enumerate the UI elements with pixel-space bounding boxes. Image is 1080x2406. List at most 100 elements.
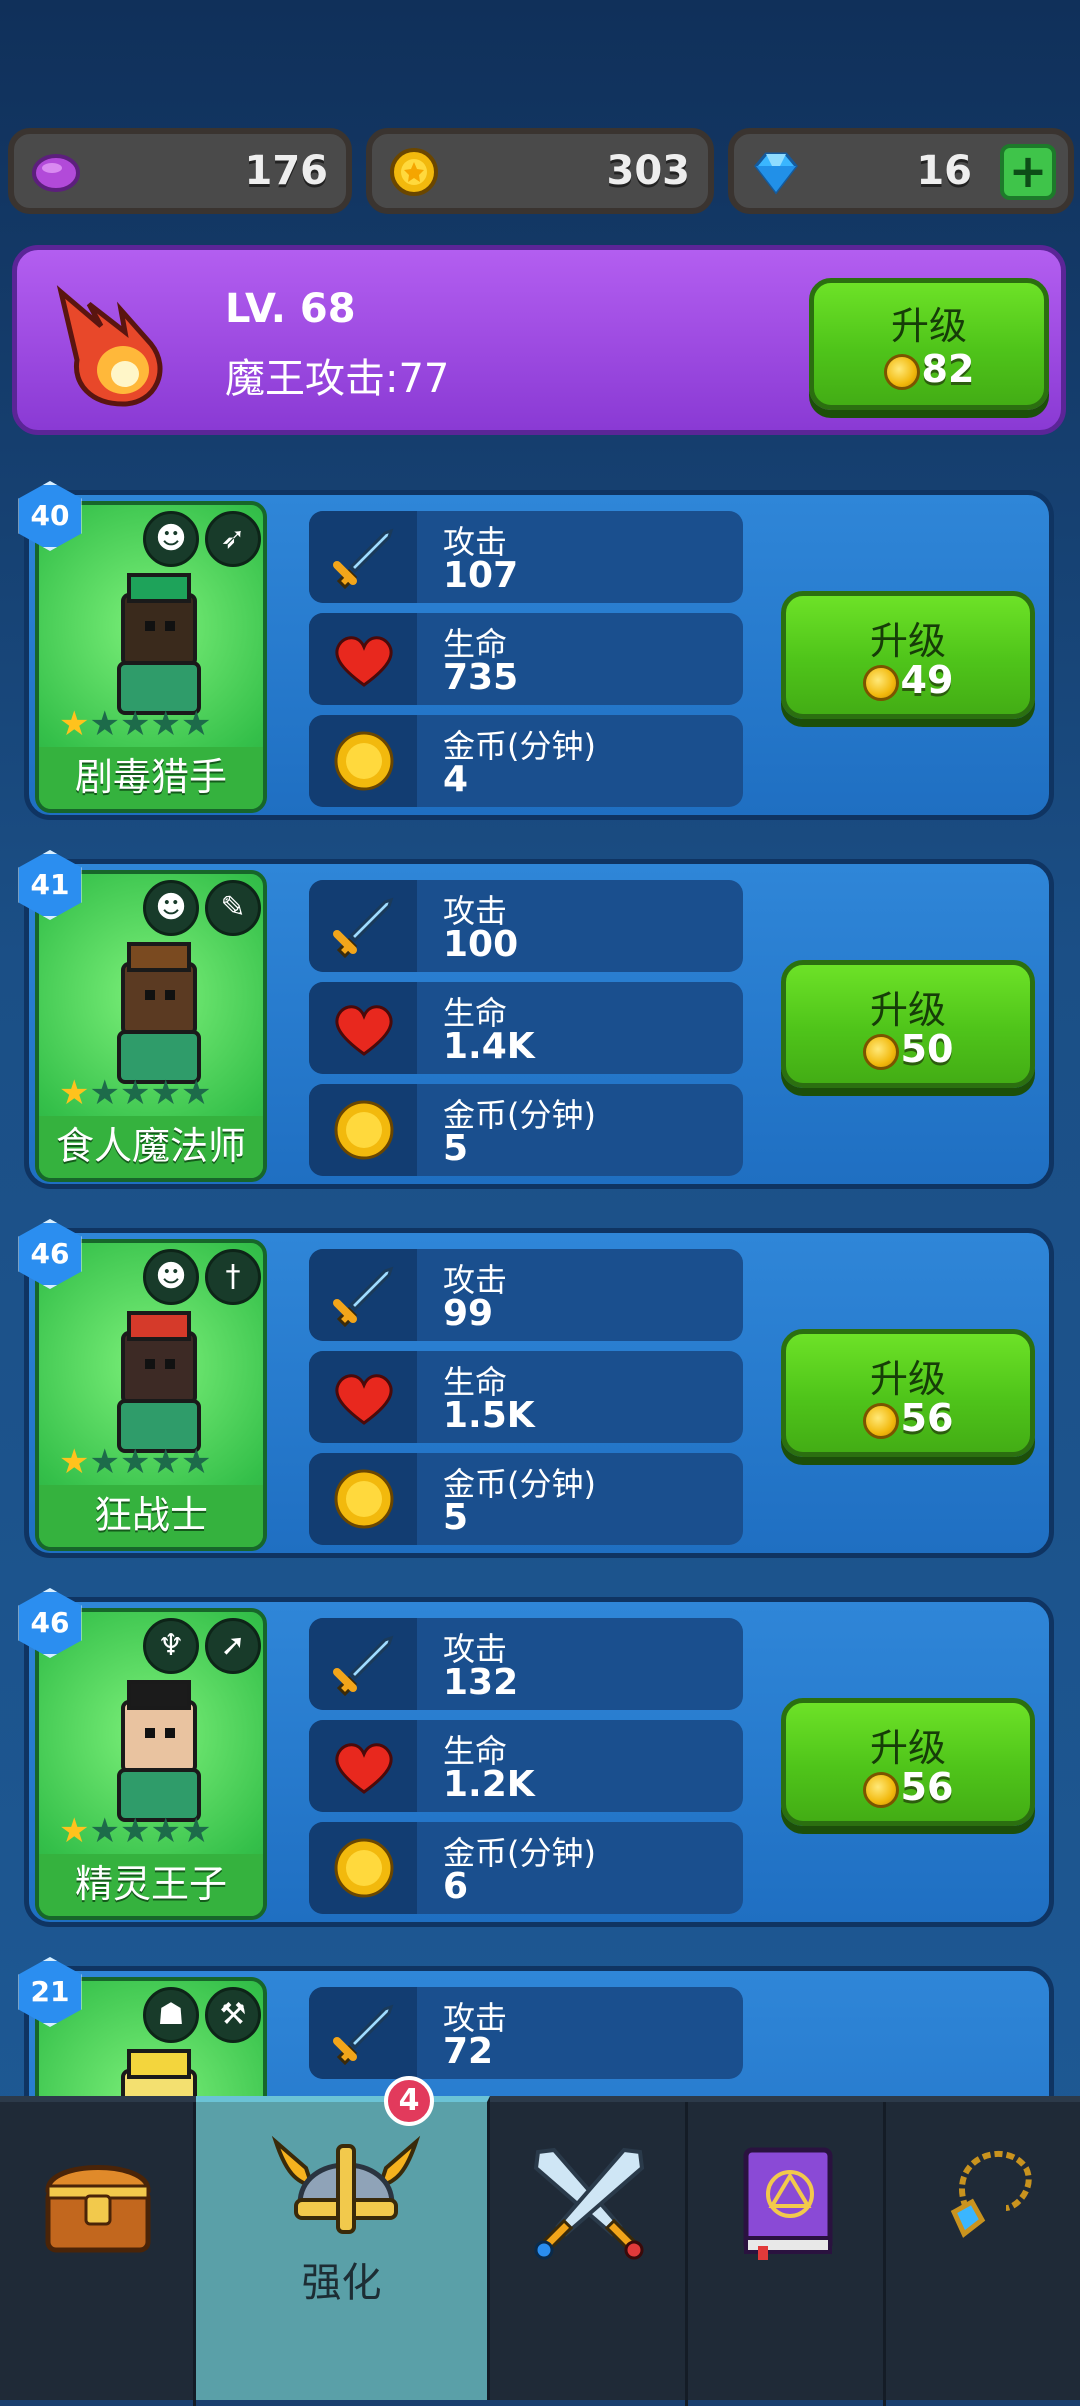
sword-icon — [333, 897, 394, 958]
totem-icon: ☻ — [143, 1249, 199, 1305]
stat-value: 100 — [443, 924, 519, 965]
demon-attack-banner: LV. 68 魔王攻击:77 升级 82 — [12, 245, 1066, 435]
viking-helmet-icon — [271, 2135, 421, 2234]
hero-upgrade-button[interactable]: 升级 50 — [781, 960, 1035, 1088]
star-icon: ★ — [119, 1811, 151, 1851]
stat-row: 攻击 107 — [309, 511, 743, 603]
tab-accessories[interactable] — [886, 2102, 1080, 2406]
coin-icon — [883, 353, 920, 390]
demon-upgrade-button[interactable]: 升级 82 — [809, 278, 1049, 410]
star-icon: ★ — [150, 1442, 181, 1482]
hero-portrait[interactable]: ★★★★★精灵王子(+1)♆➚ — [35, 1608, 267, 1920]
hero-portrait[interactable]: ★★★★★ 食人魔法师 ☻ ✎ — [35, 870, 267, 1182]
star-icon: ★ — [180, 704, 212, 744]
star-icon: ★ — [180, 1442, 212, 1482]
coin-value: 303 — [606, 148, 691, 194]
hero-upgrade-button[interactable]: 升级 49 — [781, 591, 1035, 719]
star-icon: ★ — [89, 1073, 120, 1113]
hero-card[interactable]: ★★★★★ 狂战士 ☻ † 46 攻击 99 生命 1.5K 金币(分钟) 5 升级 56 — [18, 1219, 1054, 1558]
hammer-icon: ⚒ — [205, 1987, 261, 2043]
demon-attack: 魔王攻击:77 — [225, 356, 450, 402]
stat-row: 金币(分钟) 6 — [309, 1822, 743, 1914]
stat-row: 生命 1.4K — [309, 982, 743, 1074]
hero-card[interactable]: ★★★★★ 食人魔法师 ☻ ✎ 41 攻击 100 生命 1.4K 金币(分钟) 5 升级 50 — [18, 850, 1054, 1189]
upgrade-label: 升级 — [890, 304, 967, 348]
stat-row: 金币(分钟) 5 — [309, 1084, 743, 1176]
stat-row: 攻击 99 — [309, 1249, 743, 1341]
upgrade-cost: 56 — [786, 1765, 1030, 1809]
coin-icon — [862, 1033, 899, 1070]
hero-upgrade-button[interactable]: 升级 56 — [781, 1329, 1035, 1457]
coin-icon — [862, 1771, 899, 1808]
star-icon: ★ — [89, 1811, 120, 1851]
hero-card[interactable]: ★★★★★精灵王子(+1)♆➚46攻击132生命1.2K金币(分钟)6升级56 — [18, 1588, 1054, 1927]
star-icon: ★ — [59, 1442, 90, 1482]
hero-avatar — [117, 942, 201, 1084]
coin-icon — [334, 1838, 394, 1898]
stat-row: 生命 1.2K — [309, 1720, 743, 1812]
hero-avatar — [117, 573, 201, 715]
hero-portrait[interactable]: ★★★★★ 剧毒猎手 ☻ ➶ — [35, 501, 267, 813]
star-icon: ★ — [119, 704, 151, 744]
diamond-counter[interactable]: 16 + — [728, 128, 1074, 214]
star-icon: ★ — [59, 1073, 90, 1113]
hero-avatar — [117, 1680, 201, 1822]
helmet-icon: ☗ — [143, 1987, 199, 2043]
hero-name: 精灵王子(+1) — [39, 1854, 263, 1916]
tab-treasure[interactable] — [0, 2102, 196, 2406]
purple-gem-counter[interactable]: 176 — [8, 128, 352, 214]
star-icon: ★ — [150, 1811, 181, 1851]
star-icon: ★ — [89, 1442, 120, 1482]
demon-level: LV. 68 — [225, 286, 356, 332]
sword-icon — [333, 528, 394, 589]
notification-badge: 4 — [384, 2076, 434, 2126]
treasure-chest-icon — [45, 2165, 151, 2253]
totem-icon: ☻ — [143, 511, 199, 567]
coin-icon — [334, 1469, 394, 1529]
stat-value: 735 — [443, 657, 519, 698]
sword-icon — [333, 2004, 394, 2065]
add-diamond-button[interactable]: + — [1000, 144, 1056, 200]
stat-row: 生命 1.5K — [309, 1351, 743, 1443]
amulet-icon — [950, 2150, 1032, 2238]
star-icon: ★ — [150, 704, 181, 744]
star-icon: ★ — [119, 1073, 151, 1113]
stat-value: 4 — [443, 759, 469, 800]
bow-icon: ➶ — [205, 511, 261, 567]
tab-battle[interactable] — [490, 2102, 688, 2406]
bottom-nav: 强化 — [0, 2096, 1080, 2406]
spellbook-icon — [743, 2147, 833, 2260]
heart-icon — [335, 1374, 393, 1425]
hero-portrait[interactable]: ★★★★★ 狂战士 ☻ † — [35, 1239, 267, 1551]
hero-card[interactable]: ★★★★★ 剧毒猎手 ☻ ➶ 40 攻击 107 生命 735 金币(分钟) 4 升级 49 — [18, 481, 1054, 820]
tab-spellbook[interactable] — [688, 2102, 886, 2406]
star-icon: ★ — [119, 1442, 151, 1482]
sword-icon — [333, 1635, 394, 1696]
fireball-icon — [56, 285, 163, 407]
heart-icon — [335, 1005, 393, 1056]
elf-icon: ♆ — [143, 1618, 199, 1674]
hero-name: 狂战士 — [39, 1485, 263, 1547]
stat-value: 1.4K — [443, 1026, 535, 1067]
coin-counter[interactable]: 303 — [366, 128, 714, 214]
star-icon: ★ — [59, 1811, 90, 1851]
stat-value: 5 — [443, 1497, 469, 1538]
stat-value: 1.5K — [443, 1395, 535, 1436]
star-icon: ★ — [150, 1073, 181, 1113]
purple-gem-icon — [32, 154, 80, 192]
purple-gem-value: 176 — [244, 148, 329, 194]
crossed-swords-icon — [533, 2147, 645, 2260]
coin-icon — [390, 148, 438, 196]
stat-value: 1.2K — [443, 1764, 535, 1805]
hero-upgrade-button[interactable]: 升级 56 — [781, 1698, 1035, 1826]
tab-upgrade[interactable]: 强化 — [196, 2096, 490, 2400]
stat-value: 99 — [443, 1293, 494, 1334]
sword-icon — [333, 1266, 394, 1327]
stat-row: 金币(分钟) 4 — [309, 715, 743, 807]
star-icon: ★ — [89, 704, 120, 744]
upgrade-cost: 50 — [786, 1027, 1030, 1071]
stat-value: 132 — [443, 1662, 519, 1703]
stat-value: 6 — [443, 1866, 469, 1907]
hero-name: 剧毒猎手 — [39, 747, 263, 809]
tab-upgrade-label: 强化 — [301, 2260, 382, 2306]
